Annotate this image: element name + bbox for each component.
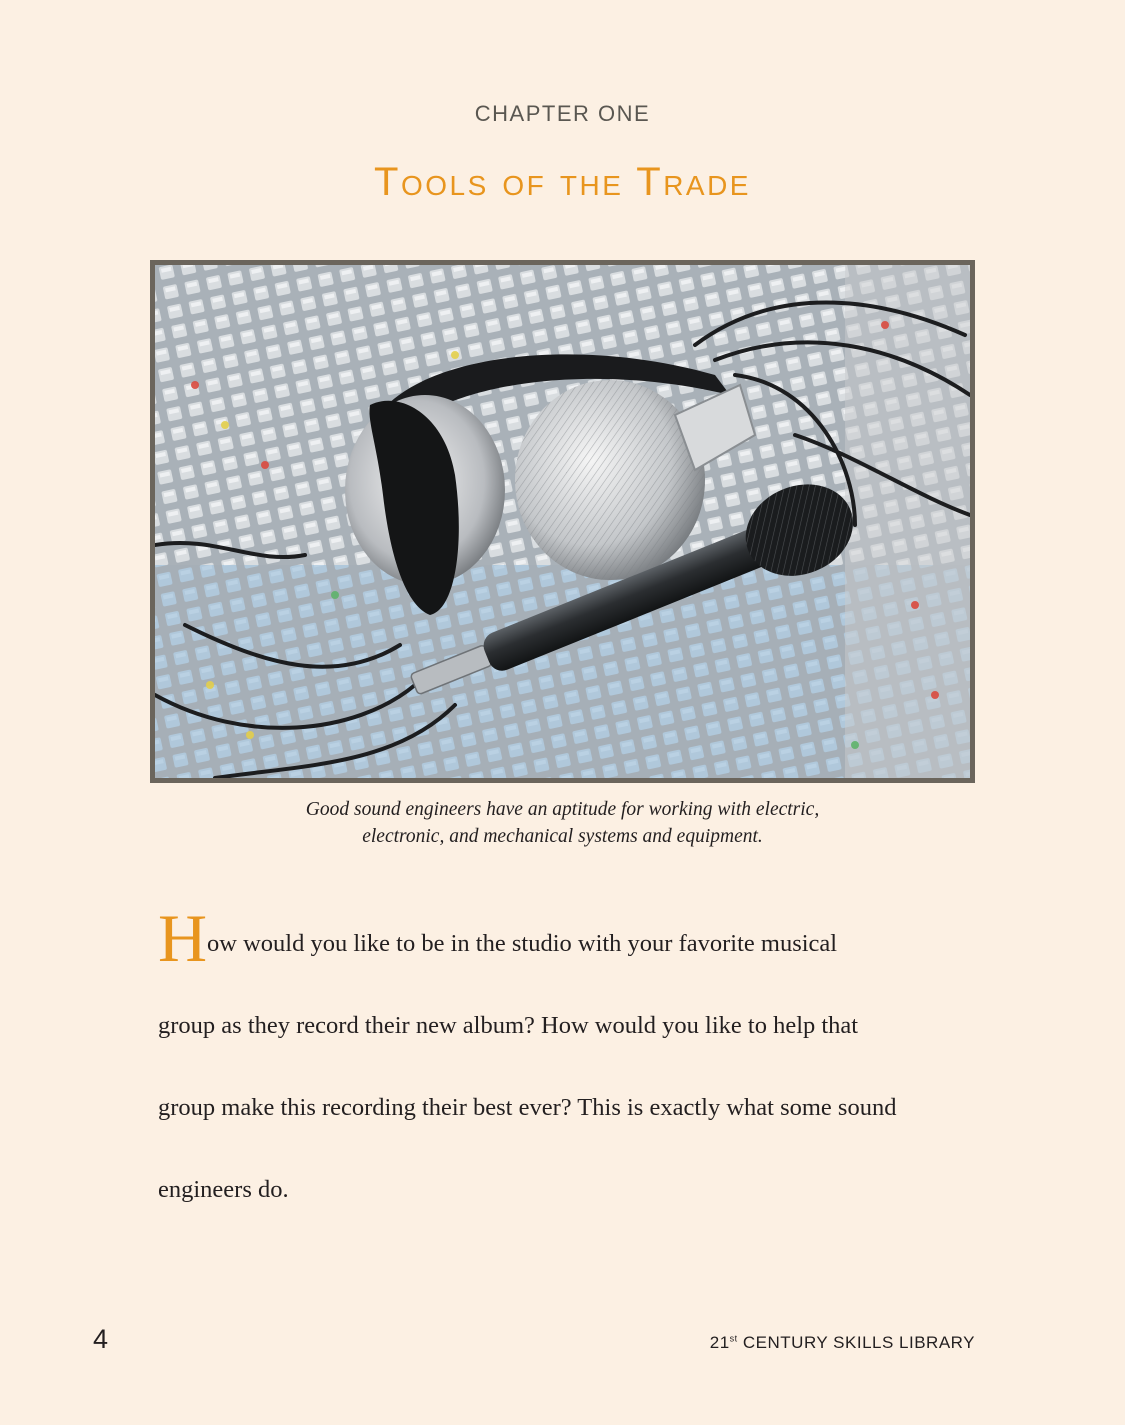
- photo-caption: Good sound engineers have an aptitude fo…: [0, 796, 1125, 850]
- body-line-1: ow would you like to be in the studio wi…: [207, 930, 838, 957]
- series-superscript: st: [729, 1333, 738, 1344]
- drop-cap: H: [158, 900, 208, 976]
- caption-line-2: electronic, and mechanical systems and e…: [362, 826, 763, 847]
- series-suffix: CENTURY SKILLS LIBRARY: [737, 1333, 975, 1352]
- body-line-4: engineers do.: [158, 1176, 289, 1203]
- chapter-label: CHAPTER ONE: [474, 101, 651, 126]
- photo-headphones-microphone: [150, 260, 975, 783]
- chapter-title: Tools of the Trade: [374, 160, 751, 204]
- series-prefix: 21: [709, 1333, 730, 1352]
- caption-line-1: Good sound engineers have an aptitude fo…: [305, 799, 820, 820]
- series-name: 21st CENTURY SKILLS LIBRARY: [710, 1333, 975, 1353]
- body-line-2: group as they record their new album? Ho…: [158, 1012, 859, 1039]
- mixing-console-illustration: [155, 265, 970, 778]
- body-line-3: group make this recording their best eve…: [158, 1094, 897, 1121]
- page-number: 4: [93, 1324, 109, 1354]
